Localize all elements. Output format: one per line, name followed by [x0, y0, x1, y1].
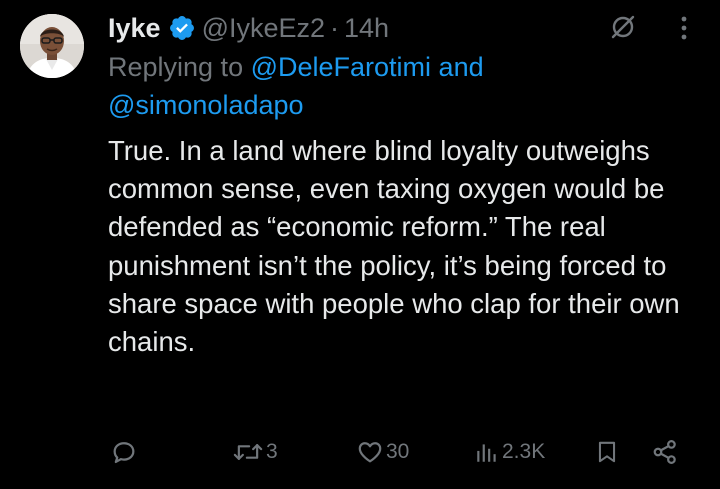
- retweet-icon: [232, 438, 264, 466]
- reply-button[interactable]: [110, 430, 140, 474]
- display-name[interactable]: Iyke: [108, 13, 161, 44]
- mention-link[interactable]: @simonoladapo: [108, 90, 304, 120]
- verified-badge-icon: [168, 14, 196, 42]
- bookmark-icon: [594, 438, 620, 466]
- action-bar: 3 30 2.3K: [0, 430, 720, 474]
- tweet-timestamp[interactable]: 14h: [344, 13, 389, 44]
- views-bar-chart-icon: [474, 438, 500, 466]
- share-button[interactable]: [650, 430, 680, 474]
- tweet[interactable]: Iyke @IykeEz2 · 14h Replying to @DeleFar…: [0, 0, 720, 489]
- share-icon: [650, 438, 680, 466]
- grok-icon[interactable]: [608, 12, 638, 42]
- replying-prefix: Replying to: [108, 52, 251, 82]
- like-count: 30: [386, 440, 410, 463]
- replying-to: Replying to @DeleFarotimi and @simonolad…: [108, 48, 688, 124]
- reply-joiner: and: [431, 52, 484, 82]
- heart-icon: [356, 438, 384, 466]
- like-button[interactable]: 30: [356, 430, 409, 474]
- avatar[interactable]: [20, 14, 84, 78]
- bookmark-button[interactable]: [594, 430, 620, 474]
- separator-dot: ·: [330, 12, 340, 43]
- tweet-body: True. In a land where blind loyalty outw…: [108, 135, 680, 358]
- views-count: 2.3K: [502, 440, 546, 463]
- views-button[interactable]: 2.3K: [474, 430, 545, 474]
- tweet-header: Iyke @IykeEz2 · 14h: [108, 6, 389, 50]
- retweet-button[interactable]: 3: [232, 430, 278, 474]
- user-handle[interactable]: @IykeEz2: [202, 13, 325, 44]
- retweet-count: 3: [266, 440, 278, 463]
- reply-bubble-icon: [110, 438, 138, 466]
- mention-link[interactable]: @DeleFarotimi: [251, 52, 431, 82]
- more-vertical-icon[interactable]: [674, 14, 694, 42]
